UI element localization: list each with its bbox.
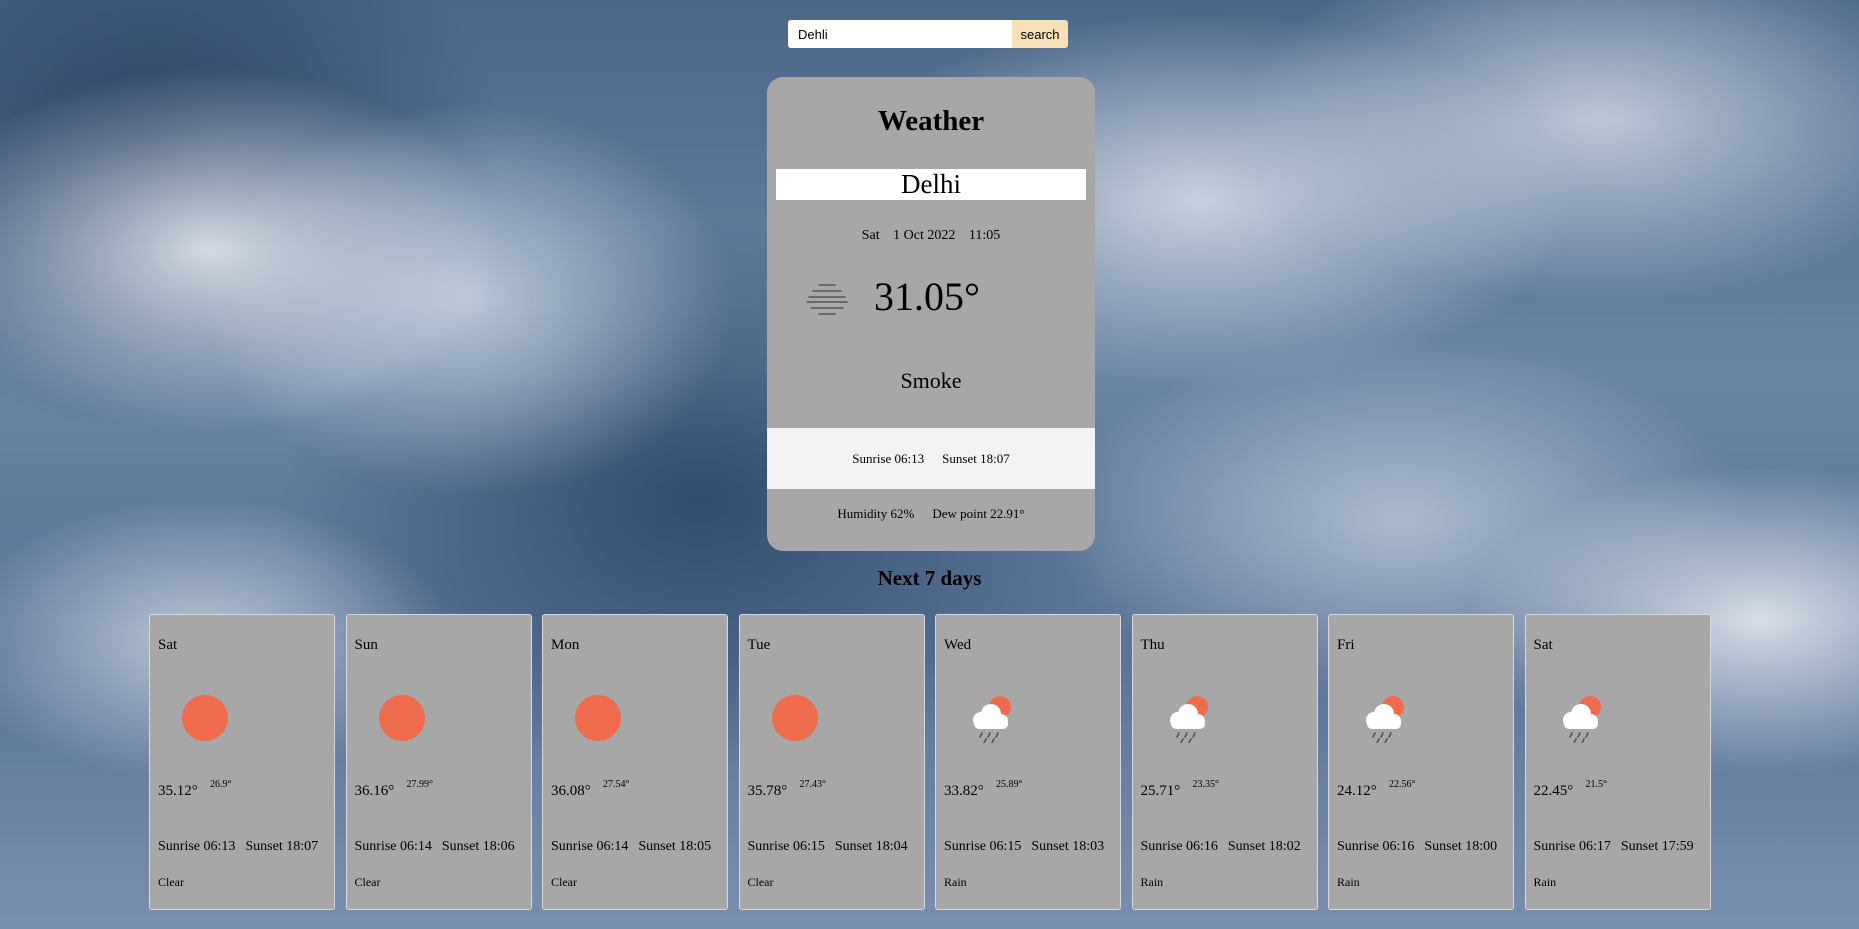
- rain-sun-icon: [1366, 696, 1404, 743]
- forecast-max-temp: 22.45°: [1533, 783, 1574, 799]
- forecast-sunset: Sunset 18:02: [1227, 839, 1301, 854]
- forecast-day-card: Thu 25.71° 23.35° Sunrise 06:16 Sunset 18…: [1131, 614, 1318, 910]
- city-name: Delhi: [776, 169, 1086, 200]
- forecast-max-temp: 35.78°: [747, 783, 788, 799]
- forecast-sunrise: Sunrise 06:17: [1533, 839, 1611, 854]
- dew-point-value: Dew point 22.91°: [932, 506, 1025, 521]
- forecast-day-card: Sat 35.12° 26.9° Sunrise 06:13 Sunset 18:…: [149, 614, 335, 910]
- forecast-sunrise: Sunrise 06:16: [1140, 839, 1218, 854]
- forecast-sunset: Sunset 18:06: [441, 839, 515, 854]
- haze-icon: [806, 284, 848, 315]
- sun-icon: [771, 695, 818, 741]
- search-button[interactable]: search: [1012, 20, 1068, 48]
- forecast-condition: Rain: [1533, 875, 1557, 889]
- forecast-condition: Clear: [158, 875, 184, 889]
- forecast-day-name: Sun: [354, 637, 378, 653]
- forecast-condition: Clear: [747, 875, 774, 889]
- forecast-condition: Clear: [354, 875, 381, 889]
- forecast-sunrise: Sunrise 06:14: [551, 839, 629, 854]
- forecast-condition: Rain: [944, 875, 967, 889]
- forecast-sun-times: Sunrise 06:13 Sunset 18:07: [158, 839, 318, 855]
- rain-sun-icon: [973, 696, 1011, 743]
- search-input[interactable]: [788, 20, 1012, 48]
- forecast-day-name: Sat: [1533, 637, 1553, 653]
- forecast-day-card: Fri 24.12° 22.56° Sunrise 06:16 Sunset 18…: [1328, 614, 1514, 910]
- forecast-min-temp: 26.9°: [210, 779, 232, 790]
- sun-icon: [575, 695, 621, 741]
- forecast-sun-times: Sunrise 06:15 Sunset 18:04: [748, 839, 908, 855]
- forecast-sunset: Sunset 18:03: [1031, 839, 1105, 854]
- forecast-sunset: Sunset 18:04: [834, 839, 908, 854]
- card-title: Weather: [877, 105, 985, 137]
- rain-sun-icon: [1169, 696, 1208, 743]
- forecast-sunset: Sunset 18:00: [1424, 839, 1498, 854]
- forecast-min-temp: 27.99°: [406, 779, 434, 790]
- forecast-sun-times: Sunrise 06:16 Sunset 18:02: [1141, 839, 1301, 855]
- forecast-min-temp: 23.35°: [1192, 779, 1220, 790]
- sunrise-time: Sunrise 06:13: [852, 450, 925, 466]
- search-bar: search: [788, 20, 1068, 48]
- forecast-min-temp: 27.43°: [799, 779, 827, 790]
- forecast-min-temp: 27.54°: [603, 779, 630, 790]
- humidity-value: Humidity 62%: [837, 506, 915, 521]
- current-weather-card: Weather Delhi Sat 1 Oct 2022 11:05 31.05…: [767, 77, 1095, 551]
- forecast-day-card: Wed 33.82° 25.89° Sunrise 06:15 Sunset 18…: [935, 614, 1121, 910]
- forecast-sunrise: Sunrise 06:15: [747, 839, 825, 854]
- forecast-day-name: Thu: [1140, 637, 1165, 653]
- sun-times: Sunrise 06:13 Sunset 18:07: [767, 428, 1095, 489]
- forecast-day-card: Sat 22.45° 21.5° Sunrise 06:17 Sunset 17:…: [1524, 614, 1711, 910]
- forecast-max-temp: 33.82°: [944, 783, 984, 799]
- forecast-day-name: Tue: [747, 637, 771, 653]
- forecast-min-temp: 21.5°: [1585, 779, 1608, 790]
- forecast-day-card: Sun 36.16° 27.99° Sunrise 06:14 Sunset 18…: [345, 614, 532, 910]
- forecast-sun-times: Sunrise 06:17 Sunset 17:59: [1534, 839, 1694, 855]
- current-condition: Smoke: [900, 368, 962, 393]
- forecast-sunrise: Sunrise 06:14: [354, 839, 432, 854]
- forecast-max-temp: 36.16°: [354, 783, 395, 799]
- humidity-row: Humidity 62% Dew point 22.91°: [767, 489, 1095, 539]
- forecast-sunrise: Sunrise 06:16: [1337, 839, 1415, 854]
- current-time: 11:05: [968, 228, 1001, 243]
- forecast-max-temp: 25.71°: [1140, 783, 1181, 799]
- forecast-sun-times: Sunrise 06:16 Sunset 18:00: [1337, 839, 1497, 855]
- forecast-day-name: Mon: [551, 637, 580, 653]
- forecast-min-temp: 22.56°: [1389, 779, 1416, 790]
- forecast-max-temp: 36.08°: [551, 783, 591, 799]
- forecast-sun-times: Sunrise 06:14 Sunset 18:05: [551, 839, 711, 855]
- forecast-sunset: Sunset 18:05: [638, 839, 712, 854]
- forecast-sunrise: Sunrise 06:13: [158, 839, 236, 854]
- forecast-sunrise: Sunrise 06:15: [944, 839, 1022, 854]
- rain-sun-icon: [1562, 696, 1601, 743]
- forecast-max-temp: 35.12°: [158, 783, 198, 799]
- forecast-sun-times: Sunrise 06:15 Sunset 18:03: [944, 839, 1104, 855]
- current-day: Sat: [861, 228, 880, 243]
- forecast-condition: Rain: [1337, 875, 1360, 889]
- sun-icon: [182, 695, 228, 741]
- forecast-day-name: Wed: [944, 637, 972, 653]
- forecast-day-card: Mon 36.08° 27.54° Sunrise 06:14 Sunset 18…: [542, 614, 728, 910]
- forecast-max-temp: 24.12°: [1337, 783, 1377, 799]
- forecast-heading: Next 7 days: [877, 566, 982, 590]
- forecast-condition: Clear: [551, 875, 577, 889]
- current-date: 1 Oct 2022: [893, 228, 956, 243]
- forecast-day-card: Tue 35.78° 27.43° Sunrise 06:15 Sunset 18…: [738, 614, 925, 910]
- forecast-day-name: Sat: [158, 637, 178, 653]
- current-temperature: 31.05°: [874, 274, 980, 319]
- sunset-time: Sunset 18:07: [942, 450, 1010, 466]
- forecast-sunset: Sunset 17:59: [1620, 839, 1694, 854]
- sun-icon: [378, 695, 425, 741]
- forecast-sun-times: Sunrise 06:14 Sunset 18:06: [355, 839, 515, 855]
- date-time: Sat 1 Oct 2022 11:05: [767, 228, 1095, 244]
- forecast-sunset: Sunset 18:07: [245, 839, 319, 854]
- forecast-min-temp: 25.89°: [996, 779, 1023, 790]
- forecast-condition: Rain: [1140, 875, 1164, 889]
- forecast-day-name: Fri: [1337, 637, 1355, 653]
